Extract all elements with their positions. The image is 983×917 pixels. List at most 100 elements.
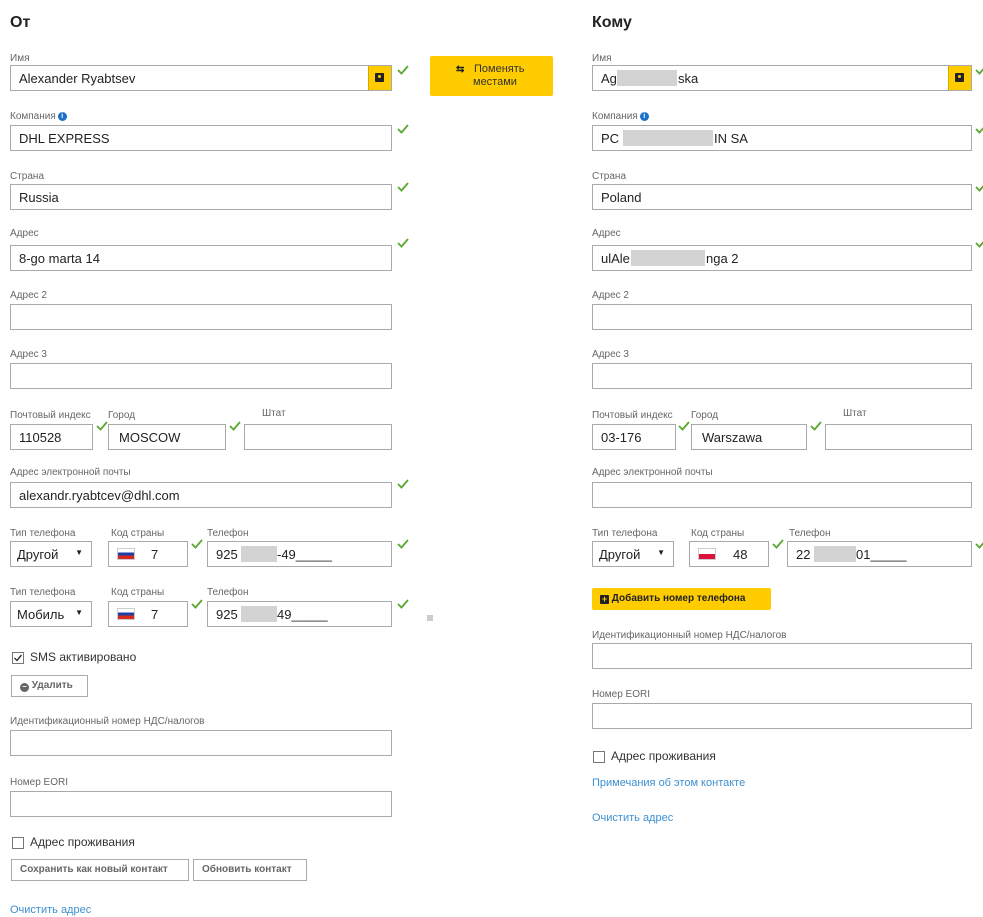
- to-vat-label: Идентификационный номер НДС/налогов: [592, 630, 787, 641]
- to-phone1-type-select[interactable]: Другой ▼: [592, 541, 674, 567]
- from-clear-address-link[interactable]: Очистить адрес: [10, 904, 91, 916]
- add-phone-button[interactable]: + Добавить номер телефона: [592, 588, 771, 610]
- from-address-label: Адрес: [10, 228, 39, 239]
- swap-button[interactable]: ⇆ Поменять местами: [430, 56, 553, 96]
- redacted-block: [241, 546, 277, 562]
- to-state-input[interactable]: [825, 424, 972, 450]
- to-address3-label: Адрес 3: [592, 349, 629, 360]
- to-company-input[interactable]: PC IN SA: [592, 125, 972, 151]
- to-phone1-code-label: Код страны: [691, 528, 745, 539]
- drag-handle[interactable]: [427, 615, 433, 621]
- from-phone1-suffix: -49_____: [277, 547, 332, 562]
- check-icon: [810, 420, 822, 432]
- from-phone2-type-value: Мобиль: [17, 607, 65, 622]
- save-new-contact-button[interactable]: Сохранить как новый контакт: [11, 859, 189, 881]
- to-residential-checkbox[interactable]: [593, 751, 605, 763]
- from-state-input[interactable]: [244, 424, 392, 450]
- to-clear-address-link[interactable]: Очистить адрес: [592, 812, 673, 824]
- address-book-icon[interactable]: [368, 66, 391, 90]
- sms-label: SMS активировано: [30, 650, 137, 664]
- from-phone1-type-label: Тип телефона: [10, 528, 76, 539]
- dropdown-arrow-icon: ▼: [75, 608, 83, 617]
- to-name-label: Имя: [592, 53, 612, 64]
- check-icon: [397, 478, 409, 490]
- from-country-input[interactable]: Russia: [10, 184, 392, 210]
- to-eori-label: Номер EORI: [592, 689, 651, 700]
- check-icon: [191, 598, 203, 610]
- from-company-value: DHL EXPRESS: [19, 131, 110, 146]
- to-city-value: Warszawa: [702, 430, 763, 445]
- from-vat-input[interactable]: [10, 730, 392, 756]
- to-postcode-input[interactable]: 03-176: [592, 424, 676, 450]
- from-phone2-suffix: 49_____: [277, 607, 328, 622]
- to-name-input[interactable]: Ag ska: [592, 65, 972, 91]
- delete-phone-button[interactable]: – Удалить: [11, 675, 88, 697]
- to-email-input[interactable]: [592, 482, 972, 508]
- from-phone2-type-label: Тип телефона: [10, 587, 76, 598]
- from-postcode-value: 110528: [19, 430, 62, 445]
- to-address-prefix: ulAle: [601, 251, 630, 266]
- add-phone-label: Добавить номер телефона: [611, 593, 746, 604]
- to-country-input[interactable]: Poland: [592, 184, 972, 210]
- to-eori-input[interactable]: [592, 703, 972, 729]
- from-phone2-code-input[interactable]: 7: [108, 601, 188, 627]
- check-icon: [975, 181, 983, 193]
- sms-checkbox[interactable]: [12, 652, 24, 664]
- from-city-label: Город: [108, 410, 136, 421]
- delete-phone-label: Удалить: [31, 680, 73, 691]
- plus-square-icon: +: [600, 594, 609, 604]
- to-address-input[interactable]: ulAle nga 2: [592, 245, 972, 271]
- from-phone1-type-select[interactable]: Другой ▼: [10, 541, 92, 567]
- from-company-input[interactable]: DHL EXPRESS: [10, 125, 392, 151]
- address-book-icon[interactable]: [948, 66, 971, 90]
- from-vat-label: Идентификационный номер НДС/налогов: [10, 716, 205, 727]
- to-email-label: Адрес электронной почты: [592, 467, 713, 478]
- to-phone1-suffix: 01_____: [856, 547, 907, 562]
- to-phone1-phone-label: Телефон: [789, 528, 831, 539]
- check-icon: [975, 237, 983, 249]
- to-address2-input[interactable]: [592, 304, 972, 330]
- to-city-input[interactable]: Warszawa: [691, 424, 807, 450]
- to-phone1-prefix: 22: [796, 547, 811, 562]
- from-phone2-prefix: 925: [216, 607, 238, 622]
- from-residential-checkbox[interactable]: [12, 837, 24, 849]
- from-phone1-code-input[interactable]: 7: [108, 541, 188, 567]
- from-name-value: Alexander Ryabtsev: [19, 71, 136, 86]
- check-icon: [229, 420, 241, 432]
- contact-notes-link[interactable]: Примечания об этом контакте: [592, 777, 745, 789]
- from-name-input[interactable]: Alexander Ryabtsev: [10, 65, 392, 91]
- from-country-label: Страна: [10, 171, 45, 182]
- to-postcode-label: Почтовый индекс: [592, 410, 673, 421]
- from-address3-label: Адрес 3: [10, 349, 47, 360]
- to-name-prefix: Ag: [601, 71, 617, 86]
- from-city-input[interactable]: MOSCOW: [108, 424, 226, 450]
- from-address2-input[interactable]: [10, 304, 392, 330]
- from-postcode-input[interactable]: 110528: [10, 424, 93, 450]
- from-phone1-input[interactable]: 925 -49_____: [207, 541, 392, 567]
- to-postcode-value: 03-176: [601, 430, 642, 445]
- from-address2-label: Адрес 2: [10, 290, 47, 301]
- from-address3-input[interactable]: [10, 363, 392, 389]
- flag-russia-icon: [117, 548, 135, 560]
- minus-circle-icon: –: [20, 683, 29, 692]
- from-email-input[interactable]: alexandr.ryabtcev@dhl.com: [10, 482, 392, 508]
- to-phone1-input[interactable]: 22 01_____: [787, 541, 972, 567]
- from-phone2-input[interactable]: 925 49_____: [207, 601, 392, 627]
- to-address3-input[interactable]: [592, 363, 972, 389]
- from-postcode-label: Почтовый индекс: [10, 410, 91, 421]
- info-icon[interactable]: i: [57, 112, 67, 121]
- check-icon: [772, 538, 784, 550]
- to-address-label: Адрес: [592, 228, 621, 239]
- from-state-label: Штат: [262, 408, 286, 419]
- to-residential-label: Адрес проживания: [611, 749, 716, 763]
- redacted-block: [617, 70, 677, 86]
- update-contact-button[interactable]: Обновить контакт: [193, 859, 307, 881]
- info-icon[interactable]: i: [639, 112, 649, 121]
- from-phone2-type-select[interactable]: Мобиль ▼: [10, 601, 92, 627]
- from-eori-input[interactable]: [10, 791, 392, 817]
- from-name-label: Имя: [10, 53, 30, 64]
- to-phone1-code-input[interactable]: 48: [689, 541, 769, 567]
- from-address-input[interactable]: 8-go marta 14: [10, 245, 392, 271]
- to-vat-input[interactable]: [592, 643, 972, 669]
- to-name-suffix: ska: [678, 71, 699, 86]
